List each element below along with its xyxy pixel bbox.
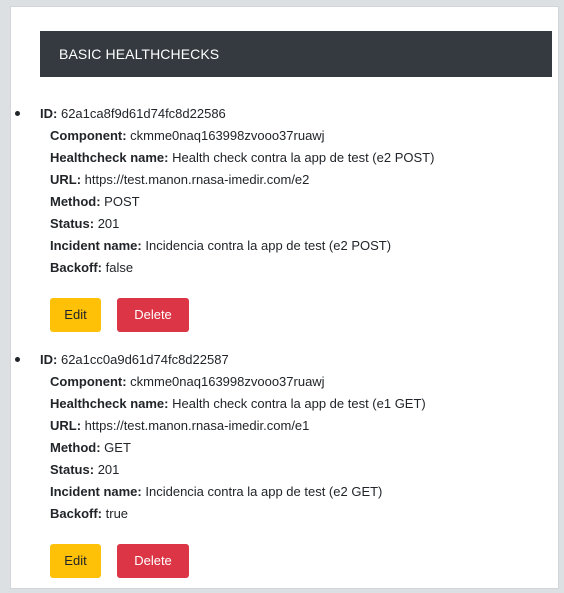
- field-component: Component: ckmme0naq163998zvooo37ruawj: [50, 371, 325, 393]
- field-value: false: [105, 260, 134, 275]
- field-healthcheck-name: Healthcheck name: Health check contra la…: [50, 393, 426, 415]
- field-value: https://test.manon.rnasa-imedir.com/e2: [84, 172, 310, 187]
- field-value: POST: [104, 194, 140, 209]
- field-url: URL: https://test.manon.rnasa-imedir.com…: [50, 415, 309, 437]
- field-value: 201: [97, 462, 120, 477]
- field-label: URL:: [50, 172, 82, 187]
- field-incident-name: Incident name: Incidencia contra la app …: [50, 481, 382, 503]
- field-healthcheck-name: Healthcheck name: Health check contra la…: [50, 147, 434, 169]
- edit-button[interactable]: Edit: [50, 544, 101, 578]
- field-value: Health check contra la app de test (e2 P…: [172, 150, 435, 165]
- field-value: Health check contra la app de test (e1 G…: [172, 396, 426, 411]
- field-value: 62a1cc0a9d61d74fc8d22587: [60, 352, 229, 367]
- bullet-icon: [15, 111, 20, 116]
- field-value: ckmme0naq163998zvooo37ruawj: [130, 374, 325, 389]
- edit-button[interactable]: Edit: [50, 298, 101, 332]
- field-label: ID:: [40, 106, 58, 121]
- field-id: ID: 62a1ca8f9d61d74fc8d22586: [40, 103, 226, 125]
- field-status: Status: 201: [50, 459, 119, 481]
- field-label: Backoff:: [50, 260, 103, 275]
- field-value: true: [105, 506, 129, 521]
- field-value: 62a1ca8f9d61d74fc8d22586: [60, 106, 226, 121]
- delete-button[interactable]: Delete: [117, 544, 189, 578]
- field-method: Method: POST: [50, 191, 140, 213]
- field-url: URL: https://test.manon.rnasa-imedir.com…: [50, 169, 309, 191]
- field-label: Method:: [50, 194, 101, 209]
- field-label: Healthcheck name:: [50, 150, 169, 165]
- field-label: Healthcheck name:: [50, 396, 169, 411]
- field-label: Status:: [50, 216, 95, 231]
- field-label: Component:: [50, 374, 127, 389]
- field-backoff: Backoff: false: [50, 257, 133, 279]
- field-value: Incidencia contra la app de test (e2 POS…: [145, 238, 392, 253]
- field-label: Incident name:: [50, 484, 142, 499]
- field-value: https://test.manon.rnasa-imedir.com/e1: [84, 418, 310, 433]
- field-value: ckmme0naq163998zvooo37ruawj: [130, 128, 325, 143]
- field-label: Component:: [50, 128, 127, 143]
- field-backoff: Backoff: true: [50, 503, 128, 525]
- field-label: URL:: [50, 418, 82, 433]
- bullet-icon: [15, 357, 20, 362]
- healthchecks-card: BASIC HEALTHCHECKS ID: 62a1ca8f9d61d74fc…: [10, 6, 559, 589]
- field-value: 201: [97, 216, 120, 231]
- field-value: Incidencia contra la app de test (e2 GET…: [145, 484, 383, 499]
- field-component: Component: ckmme0naq163998zvooo37ruawj: [50, 125, 325, 147]
- field-status: Status: 201: [50, 213, 119, 235]
- delete-button[interactable]: Delete: [117, 298, 189, 332]
- field-value: GET: [104, 440, 131, 455]
- field-incident-name: Incident name: Incidencia contra la app …: [50, 235, 391, 257]
- field-label: Backoff:: [50, 506, 103, 521]
- field-label: Incident name:: [50, 238, 142, 253]
- field-label: Status:: [50, 462, 95, 477]
- field-label: Method:: [50, 440, 101, 455]
- panel-title: BASIC HEALTHCHECKS: [40, 31, 552, 77]
- field-label: ID:: [40, 352, 58, 367]
- field-method: Method: GET: [50, 437, 131, 459]
- field-id: ID: 62a1cc0a9d61d74fc8d22587: [40, 349, 229, 371]
